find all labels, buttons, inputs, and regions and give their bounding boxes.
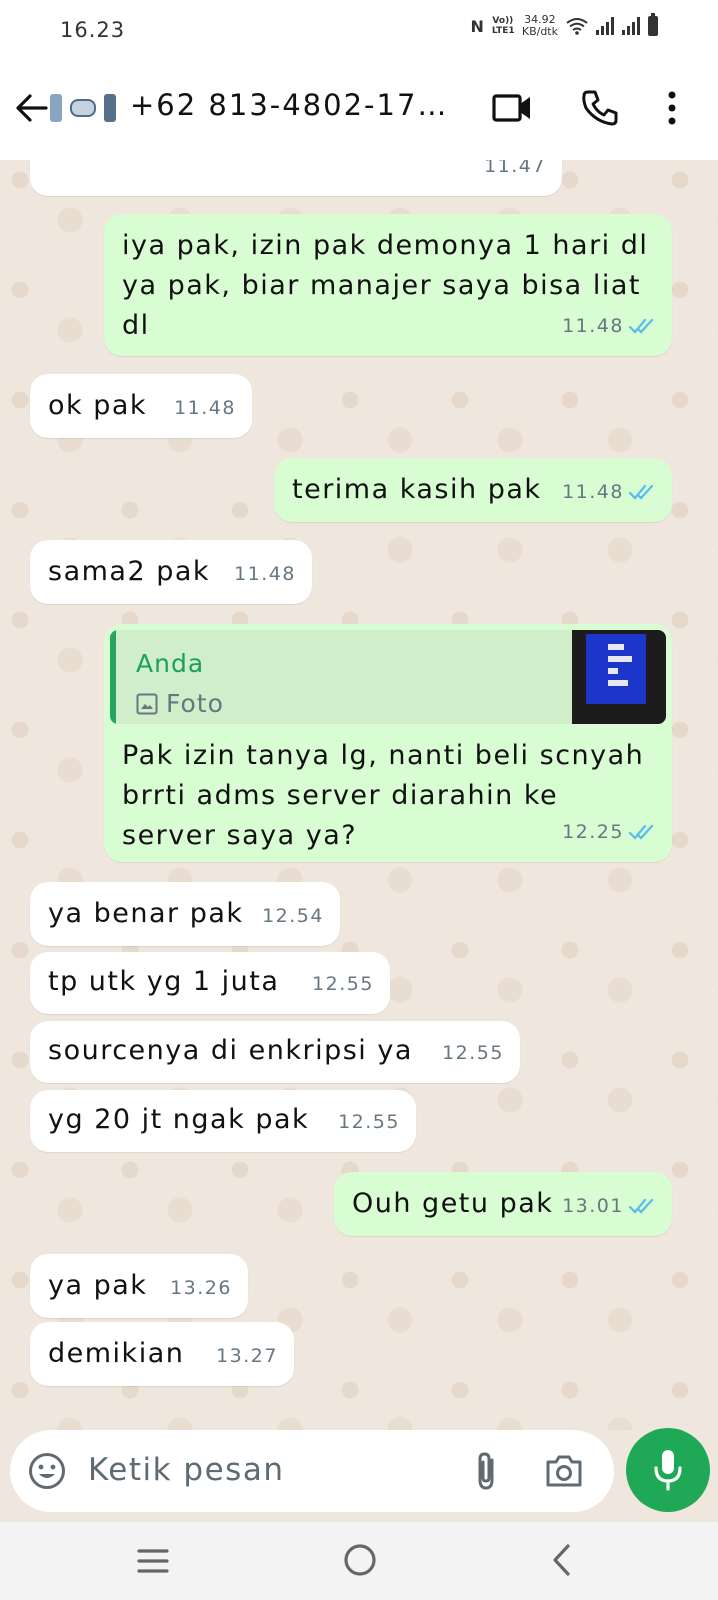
message-time: 11.48 (562, 315, 624, 337)
message-outgoing[interactable]: terima kasih pak 11.48 (274, 458, 672, 522)
network-speed-unit: KB/dtk (521, 25, 558, 38)
message-outgoing-reply[interactable]: Anda Foto Pak izin tanya lg, nanti beli … (104, 624, 672, 862)
emoji-icon[interactable] (28, 1452, 66, 1490)
message-meta: 13.26 (170, 1268, 232, 1308)
message-outgoing[interactable]: Ouh getu pak 13.01 (334, 1172, 672, 1236)
message-meta: 13.27 (216, 1336, 278, 1376)
quote-type-label: Foto (166, 689, 224, 718)
message-meta: 12.55 (442, 1033, 504, 1073)
message-time: 13.26 (170, 1277, 232, 1299)
message-incoming[interactable]: ya pak 13.26 (30, 1254, 248, 1318)
read-double-check-icon (628, 484, 654, 500)
message-time: 12.54 (262, 905, 324, 927)
status-icons: N Vo)) LTE1 34.92 KB/dtk (470, 13, 658, 38)
message-meta: 12.55 (338, 1102, 400, 1142)
message-time: 12.55 (338, 1111, 400, 1133)
status-bar: 16.23 N Vo)) LTE1 34.92 KB/dtk (0, 0, 718, 60)
voice-message-button[interactable] (626, 1428, 710, 1512)
read-double-check-icon (628, 318, 654, 334)
quote-accent-bar (110, 630, 116, 724)
wifi-icon (566, 18, 588, 35)
contact-avatar[interactable] (50, 90, 116, 126)
message-meta: 12.54 (262, 896, 324, 936)
message-composer[interactable]: Ketik pesan (10, 1430, 614, 1512)
camera-icon[interactable] (544, 1452, 584, 1490)
message-time: 12.25 (562, 821, 624, 843)
read-double-check-icon (628, 824, 654, 840)
message-meta: 11.47 (484, 160, 546, 186)
signal-sim1-icon (596, 17, 614, 35)
message-incoming[interactable]: sama2 pak 11.48 (30, 540, 312, 604)
microphone-icon (654, 1450, 682, 1491)
message-time: 13.27 (216, 1345, 278, 1367)
quote-photo-thumbnail (572, 630, 666, 724)
quoted-message[interactable]: Anda Foto (110, 630, 666, 724)
message-incoming[interactable]: demikian 13.27 (30, 1322, 294, 1386)
home-icon[interactable] (342, 1542, 378, 1578)
message-meta: 12.55 (312, 964, 374, 1004)
phone-call-icon[interactable] (580, 88, 620, 128)
signal-sim2-icon (622, 17, 640, 35)
message-incoming[interactable]: ok pak 11.48 (30, 374, 252, 438)
status-time: 16.23 (60, 18, 126, 42)
nfc-icon: N (470, 16, 484, 36)
nav-back-icon[interactable] (550, 1542, 574, 1578)
message-meta: 11.48 (174, 388, 236, 428)
read-double-check-icon (628, 1198, 654, 1214)
message-time: 13.01 (562, 1195, 624, 1217)
battery-icon (648, 13, 658, 36)
message-incoming[interactable]: 11.47 (30, 160, 562, 196)
message-meta: 11.48 (562, 472, 656, 512)
message-incoming[interactable]: yg 20 jt ngak pak 12.55 (30, 1090, 416, 1152)
volte-indicator: Vo)) LTE1 (491, 16, 515, 36)
recent-apps-icon[interactable] (136, 1544, 170, 1578)
message-time: 11.48 (562, 481, 624, 503)
message-meta: 12.25 (562, 812, 656, 852)
quote-type: Foto (136, 684, 224, 724)
more-options-icon[interactable] (664, 90, 680, 126)
message-incoming[interactable]: ya benar pak 12.54 (30, 882, 340, 946)
message-time: 12.55 (442, 1042, 504, 1064)
message-time: 11.48 (234, 563, 296, 585)
quote-author: Anda (136, 649, 205, 678)
network-speed: 34.92 KB/dtk (522, 14, 558, 38)
message-outgoing[interactable]: iya pak, izin pak demonya 1 hari dl ya p… (104, 214, 672, 356)
photo-icon (136, 693, 158, 715)
system-navigation-bar (0, 1522, 718, 1600)
message-incoming[interactable]: sourcenya di enkripsi ya 12.55 (30, 1021, 520, 1083)
message-meta: 11.48 (562, 306, 656, 346)
message-time: 12.55 (312, 973, 374, 995)
contact-name[interactable]: +62 813-4802-17… (130, 88, 460, 122)
message-time: 11.48 (174, 397, 236, 419)
message-input[interactable]: Ketik pesan (88, 1452, 284, 1488)
message-meta: 11.48 (234, 554, 296, 594)
message-meta: 13.01 (562, 1186, 656, 1226)
chat-header: +62 813-4802-17… (0, 60, 718, 160)
message-incoming[interactable]: tp utk yg 1 juta 12.55 (30, 952, 390, 1014)
back-arrow-icon[interactable] (14, 90, 50, 126)
message-time: 11.47 (484, 160, 546, 177)
video-call-icon[interactable] (492, 90, 532, 126)
attach-paperclip-icon[interactable] (470, 1450, 502, 1492)
chat-messages-area[interactable]: 11.47 iya pak, izin pak demonya 1 hari d… (0, 160, 718, 1430)
